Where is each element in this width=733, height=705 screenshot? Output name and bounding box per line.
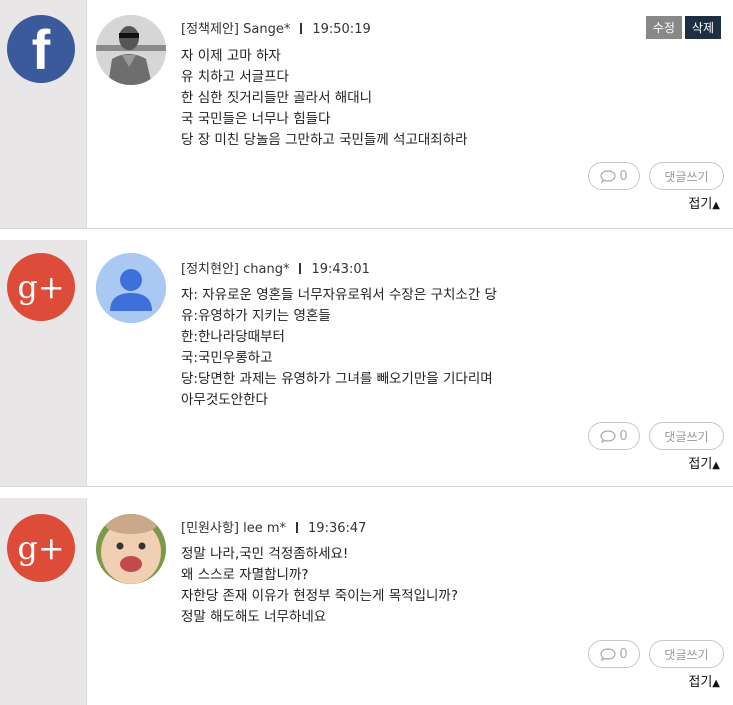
post-actions: 수정 삭제 bbox=[645, 16, 721, 39]
post-line: 자한당 존재 이유가 현정부 죽이는게 목적입니까? bbox=[181, 588, 459, 604]
post-line: 국 국민들은 너무나 힘들다 bbox=[181, 111, 331, 127]
post-line: 당:당면한 과제는 유영하가 그녀를 빼오기만을 기다리며 bbox=[181, 371, 493, 387]
comment-count-button[interactable]: 0 bbox=[588, 422, 640, 450]
fold-toggle[interactable]: 접기▲ bbox=[688, 453, 720, 472]
post-line: 한:한나라당때부터 bbox=[181, 329, 285, 345]
write-reply-button[interactable]: 댓글쓰기 bbox=[649, 640, 724, 668]
collapse-triangle-icon: ▲ bbox=[712, 460, 720, 471]
comment-count: 0 bbox=[619, 646, 628, 662]
post-body: 자 이제 고마 하자 유 치하고 서글프다 한 심한 짓거리들만 골라서 해대니… bbox=[181, 46, 468, 151]
comment-count: 0 bbox=[619, 168, 628, 184]
timestamp: 19:50:19 bbox=[312, 22, 371, 37]
post-meta: [정책제안] Sange* 19:50:19 bbox=[181, 18, 371, 37]
comment-count: 0 bbox=[619, 428, 628, 444]
post-body: 자: 자유로운 영혼들 너무자유로워서 수장은 구치소간 당 유:유영하가 지키… bbox=[181, 285, 497, 411]
post-line: 왜 스스로 자멸합니까? bbox=[181, 567, 309, 583]
avatar bbox=[96, 253, 166, 323]
comment-count-button[interactable]: 0 bbox=[588, 640, 640, 668]
post-line: 아무것도안한다 bbox=[181, 392, 268, 408]
post-line: 국:국민우롱하고 bbox=[181, 350, 273, 366]
facebook-icon: f bbox=[7, 15, 75, 83]
post-line: 정말 나라,국민 걱정좀하세요! bbox=[181, 546, 349, 562]
post-meta: [민원사항] lee m* 19:36:47 bbox=[181, 517, 366, 536]
comment-post: g+ [정치현안] chang* 19:43:01 자: 자유로운 영혼들 너무자… bbox=[0, 240, 733, 486]
separator bbox=[300, 23, 303, 34]
speech-bubble-icon bbox=[600, 429, 616, 443]
edit-button[interactable]: 수정 bbox=[645, 16, 682, 39]
separator bbox=[299, 263, 302, 274]
post-line: 자: 자유로운 영혼들 너무자유로워서 수장은 구치소간 당 bbox=[181, 287, 497, 303]
comment-post: f [정책제안] Sange* 19:50:19 수정 삭제 자 이제 고마 하자… bbox=[0, 0, 733, 228]
fold-toggle[interactable]: 접기▲ bbox=[688, 193, 720, 212]
post-line: 한 심한 짓거리들만 골라서 해대니 bbox=[181, 90, 373, 106]
post-line: 정말 해도해도 너무하네요 bbox=[181, 609, 327, 625]
category-label: [정치현안] bbox=[181, 262, 239, 277]
write-reply-button[interactable]: 댓글쓰기 bbox=[649, 422, 724, 450]
avatar bbox=[96, 514, 166, 584]
google-plus-icon: g+ bbox=[7, 253, 75, 321]
collapse-triangle-icon: ▲ bbox=[712, 200, 720, 211]
post-body: 정말 나라,국민 걱정좀하세요! 왜 스스로 자멸합니까? 자한당 존재 이유가… bbox=[181, 544, 458, 628]
write-reply-button[interactable]: 댓글쓰기 bbox=[649, 162, 724, 190]
separator bbox=[296, 522, 299, 533]
category-label: [민원사항] bbox=[181, 521, 239, 536]
speech-bubble-icon bbox=[600, 647, 616, 661]
post-line: 당 장 미친 당놀음 그만하고 국민들께 석고대죄하라 bbox=[181, 132, 468, 148]
post-line: 자 이제 고마 하자 bbox=[181, 48, 281, 64]
collapse-triangle-icon: ▲ bbox=[712, 678, 720, 689]
author-name: lee m* bbox=[243, 521, 287, 536]
comment-post: g+ [민원사항] lee m* 19:36:47 정말 나라,국민 걱정좀하세요… bbox=[0, 498, 733, 705]
avatar bbox=[96, 15, 166, 85]
post-meta: [정치현안] chang* 19:43:01 bbox=[181, 258, 370, 277]
google-plus-icon: g+ bbox=[7, 514, 75, 582]
author-name: Sange* bbox=[243, 22, 291, 37]
timestamp: 19:43:01 bbox=[311, 262, 370, 277]
category-label: [정책제안] bbox=[181, 22, 239, 37]
post-line: 유:유영하가 지키는 영혼들 bbox=[181, 308, 331, 324]
timestamp: 19:36:47 bbox=[308, 521, 367, 536]
speech-bubble-icon bbox=[600, 169, 616, 183]
author-name: chang* bbox=[243, 262, 290, 277]
fold-toggle[interactable]: 접기▲ bbox=[688, 671, 720, 690]
delete-button[interactable]: 삭제 bbox=[684, 16, 721, 39]
comment-count-button[interactable]: 0 bbox=[588, 162, 640, 190]
post-line: 유 치하고 서글프다 bbox=[181, 69, 289, 85]
